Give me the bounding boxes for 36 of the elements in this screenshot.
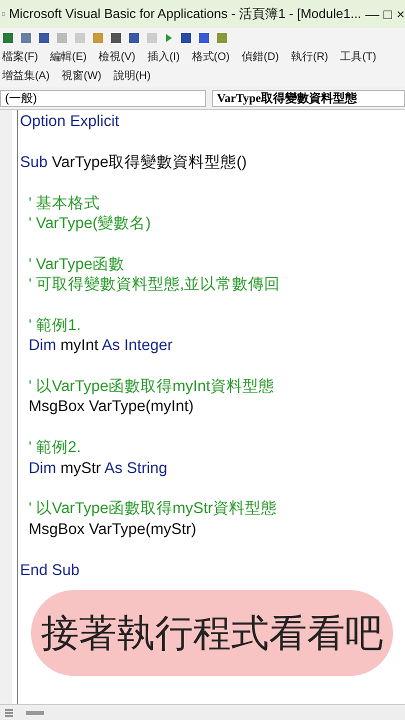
code-line: ' 範例2. [28, 438, 82, 458]
code-line: Option Explicit [19, 112, 120, 132]
code-line: Sub VarType取得變數資料型態() [19, 152, 248, 173]
menu-item[interactable]: 說明(H) [113, 68, 151, 85]
code-line: ' 以VarType函數取得myStr資料型態 [28, 499, 278, 520]
menu-item[interactable]: 工具(T) [340, 49, 376, 66]
object-dropdown[interactable]: (一般) [0, 90, 206, 106]
menu-item[interactable]: 執行(R) [290, 49, 328, 66]
menu-item[interactable]: 增益集(A) [2, 68, 50, 85]
menu-item[interactable]: 檔案(F) [2, 49, 38, 66]
code-line: MsgBox VarType(myInt) [28, 397, 195, 418]
window-control[interactable]: □ [383, 6, 392, 22]
code-line: ' 範例1. [28, 316, 82, 336]
menu-item[interactable]: 偵錯(D) [242, 49, 279, 66]
code-line: End Sub [19, 560, 80, 581]
caption-bubble: 接著執行程式看看吧 [31, 590, 393, 676]
code-line: ' VarType(變數名) [28, 214, 152, 234]
code-line: ' 基本格式 [28, 194, 101, 214]
code-line: ' VarType函數 [28, 254, 126, 275]
window-control[interactable]: — [365, 6, 380, 22]
window-control[interactable]: × [396, 6, 405, 22]
code-line: MsgBox VarType(myStr) [28, 520, 198, 540]
scroll-thumb[interactable] [26, 710, 44, 714]
run-icon[interactable] [164, 32, 174, 44]
code-line: ' 可取得變數資料型態,並以常數傳回 [28, 275, 282, 296]
window-title: Microsoft Visual Basic for Applications - 活頁簿1 - [Module1... [8, 5, 362, 23]
code-line: Dim myStr As String [28, 458, 168, 479]
code-line: ' 以VarType函數取得myInt資料型態 [28, 377, 276, 398]
menu-item[interactable]: 檢視(V) [98, 49, 136, 66]
menu-item[interactable]: 視窗(W) [62, 68, 102, 85]
view-icon[interactable] [4, 708, 14, 718]
menu-item[interactable]: 插入(I) [147, 49, 180, 66]
menu-item[interactable]: 編輯(E) [50, 49, 87, 66]
code-line: Dim myInt As Integer [28, 336, 174, 356]
procedure-dropdown[interactable]: VarType取得變數資料型態 [212, 90, 405, 106]
menu-item[interactable]: 格式(O) [192, 49, 230, 66]
